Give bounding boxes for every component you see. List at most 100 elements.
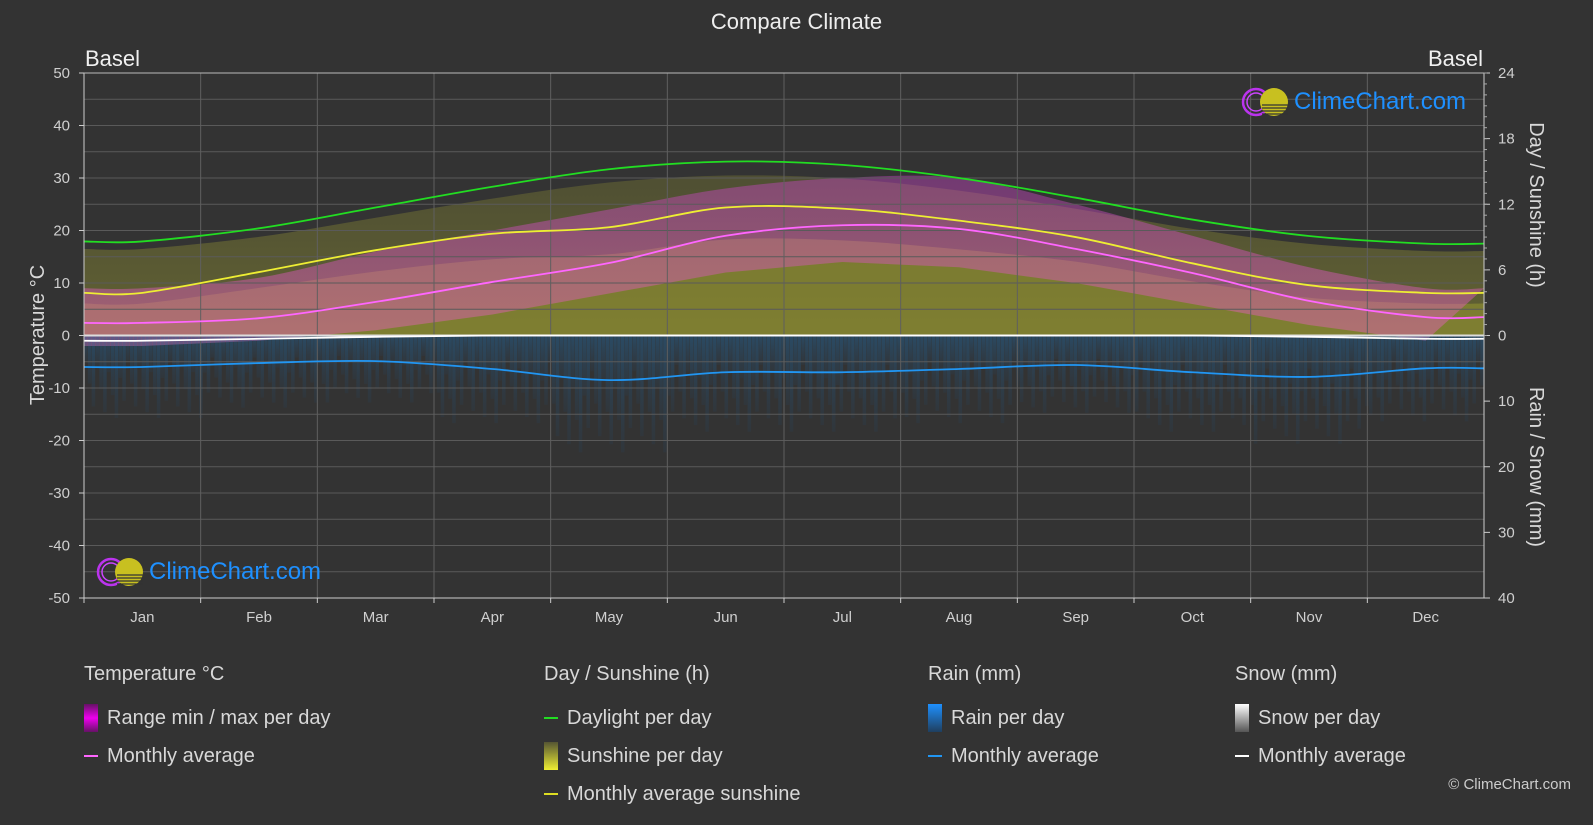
- rain-per-day-bar: [517, 335, 521, 369]
- rain-per-day-bar: [1395, 335, 1400, 386]
- rain-per-day-bar: [1453, 335, 1457, 416]
- rain-per-day-bar: [555, 335, 560, 437]
- rain-per-day-bar: [421, 335, 426, 356]
- rain-per-day-bar: [931, 335, 936, 387]
- rain-per-day-bar: [471, 335, 475, 411]
- rain-per-day-bar: [839, 335, 844, 412]
- rain-per-day-bar: [732, 335, 736, 399]
- rain-per-day-bar: [1188, 335, 1193, 419]
- rain-per-day-bar: [1437, 335, 1442, 386]
- rain-per-day-bar: [1215, 335, 1220, 385]
- rain-per-day-bar: [594, 335, 598, 404]
- rain-per-day-bar: [310, 335, 314, 383]
- rain-per-day-bar: [1207, 335, 1212, 405]
- rain-per-day-bar: [1480, 335, 1484, 386]
- tick-label-x: Sep: [1062, 609, 1089, 626]
- rain-per-day-bar: [91, 335, 96, 407]
- rain-per-day-bar: [528, 335, 533, 375]
- rain-per-day-bar: [601, 335, 606, 380]
- temp-avg-swatch: [84, 755, 98, 757]
- rain-per-day-bar: [762, 335, 767, 392]
- rain-per-day-bar: [640, 335, 644, 437]
- rain-per-day-bar: [674, 335, 679, 365]
- rain-per-day-bar: [1008, 335, 1012, 405]
- tick-label-x: Nov: [1296, 609, 1323, 626]
- tick-label-left: 50: [53, 65, 70, 82]
- rain-per-day-bar: [268, 335, 272, 383]
- rain-per-day-bar: [1276, 335, 1281, 377]
- tick-label-x: Jul: [833, 609, 852, 626]
- rain-per-day-bar: [966, 335, 970, 405]
- rain-per-day-bar: [889, 335, 893, 392]
- tick-label-x: Oct: [1181, 609, 1205, 626]
- rain-per-day-bar: [329, 335, 333, 370]
- rain-per-day-bar: [1311, 335, 1315, 399]
- rain-per-day-bar: [893, 335, 897, 419]
- rain-per-day-bar: [1204, 335, 1208, 379]
- legend-label: Daylight per day: [567, 706, 712, 729]
- rain-per-day-bar: [1449, 335, 1453, 392]
- rain-per-day-bar: [467, 335, 472, 387]
- logo-bottom[interactable]: ClimeChart.com: [95, 556, 321, 588]
- rain-per-day-bar: [1119, 335, 1124, 370]
- legend-item: Rain per day: [928, 699, 1099, 737]
- rain-per-day-bar: [1023, 335, 1028, 365]
- legend-header: Temperature °C: [84, 663, 225, 685]
- rain-per-day-bar: [241, 335, 245, 408]
- rain-per-day-bar: [160, 335, 165, 378]
- rain-per-day-bar: [1088, 335, 1093, 376]
- copyright[interactable]: © ClimeChart.com: [1448, 776, 1571, 793]
- rain-per-day-bar: [1349, 335, 1354, 369]
- rain-per-day-bar: [716, 335, 721, 365]
- rain-per-day-bar: [617, 335, 621, 420]
- rain-per-day-bar: [1085, 335, 1089, 413]
- legend-label: Sunshine per day: [567, 744, 723, 767]
- rain-per-day-bar: [985, 335, 989, 393]
- rain-per-day-bar: [1046, 335, 1051, 376]
- rain-per-day-bar: [390, 335, 395, 361]
- rain-per-day-bar: [862, 335, 867, 426]
- rain-per-day-bar: [828, 335, 832, 405]
- temp-range-swatch: [84, 704, 98, 732]
- legend-header: Snow (mm): [1235, 663, 1338, 685]
- rain-per-day-bar: [644, 335, 648, 380]
- tick-label-left: 20: [53, 223, 70, 240]
- tick-label-left: -40: [48, 538, 70, 555]
- rain-per-day-bar: [1261, 335, 1266, 422]
- tick-label-right-top: 12: [1498, 196, 1515, 213]
- rain-per-day-bar: [785, 335, 790, 405]
- rain-per-day-bar: [958, 335, 963, 424]
- legend-label: Monthly average sunshine: [567, 782, 801, 805]
- rain-per-day-bar: [885, 335, 890, 365]
- rain-per-day-bar: [126, 335, 130, 361]
- rain-per-day-bar: [214, 335, 218, 378]
- legend-label: Monthly average: [1258, 744, 1406, 767]
- rain-per-day-bar: [736, 335, 740, 426]
- logo-top[interactable]: ClimeChart.com: [1240, 86, 1466, 118]
- rain-per-day-bar: [1019, 335, 1024, 403]
- tick-label-left: 30: [53, 170, 70, 187]
- rain-per-day-bar: [632, 335, 636, 372]
- legend-item: Range min / max per day: [84, 699, 330, 737]
- sunshine-avg-swatch: [544, 793, 558, 795]
- rain-per-day-bar: [1368, 335, 1373, 416]
- rain-per-day-bar: [394, 335, 399, 380]
- rain-per-day-bar: [682, 335, 686, 419]
- daylight-swatch: [544, 717, 558, 719]
- rain-per-day-bar: [970, 335, 974, 363]
- rain-per-day-bar: [298, 335, 303, 378]
- rain-per-day-bar: [1081, 335, 1085, 392]
- rain-per-day-bar: [812, 335, 817, 372]
- tick-label-x: Aug: [946, 609, 973, 626]
- rain-per-day-bar: [724, 335, 729, 419]
- tick-label-x: Feb: [246, 609, 272, 626]
- tick-label-left: 40: [53, 118, 70, 135]
- tick-label-right-top: 0: [1498, 328, 1506, 345]
- rain-per-day-bar: [751, 335, 755, 385]
- rain-per-day-bar: [1265, 335, 1269, 369]
- rain-per-day-bar: [1184, 335, 1189, 392]
- rain-per-day-bar: [1388, 335, 1392, 404]
- climechart-logo-icon: [1241, 87, 1288, 117]
- rain-per-day-bar: [590, 335, 594, 372]
- rain-per-day-bar: [847, 335, 851, 392]
